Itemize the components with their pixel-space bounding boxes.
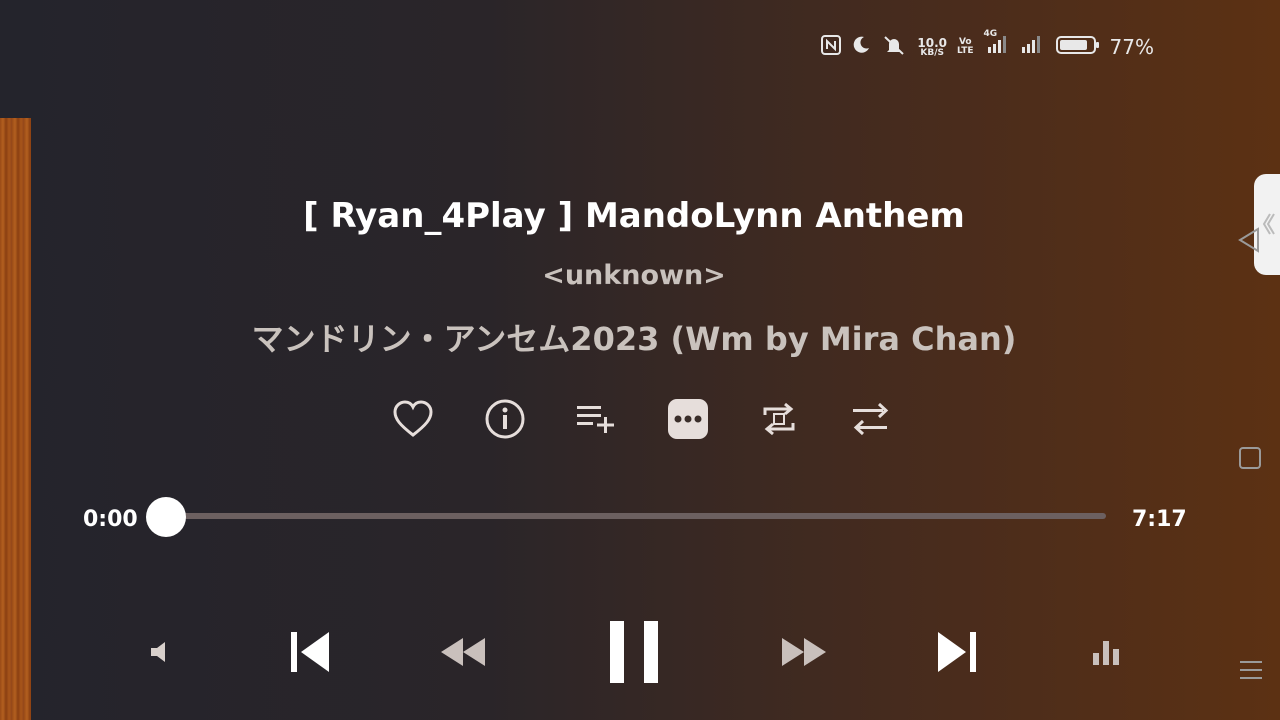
silent-bell-icon bbox=[881, 35, 907, 59]
battery-icon bbox=[1055, 35, 1100, 59]
pause-icon[interactable] bbox=[600, 616, 668, 688]
battery-percent: 77% bbox=[1109, 35, 1154, 59]
back-icon[interactable] bbox=[1236, 226, 1262, 258]
current-time: 0:00 bbox=[83, 507, 138, 532]
track-album: マンドリン・アンセム2023 (Wm by Mira Chan) bbox=[251, 320, 1017, 358]
add-to-playlist-icon[interactable] bbox=[573, 396, 619, 442]
more-icon[interactable] bbox=[665, 396, 711, 442]
nfc-icon bbox=[821, 35, 842, 59]
signal-icon bbox=[1020, 35, 1046, 59]
seek-knob[interactable] bbox=[146, 497, 186, 537]
rewind-icon[interactable] bbox=[436, 630, 490, 674]
fast-forward-icon[interactable] bbox=[777, 630, 831, 674]
volte-indicator: Vo LTE bbox=[957, 37, 974, 56]
home-icon[interactable] bbox=[1238, 446, 1262, 474]
moon-icon bbox=[851, 35, 871, 59]
equalizer-icon[interactable] bbox=[1088, 634, 1124, 670]
action-row bbox=[390, 396, 894, 442]
total-time: 7:17 bbox=[1132, 507, 1187, 532]
track-artist: <unknown> bbox=[542, 260, 726, 291]
menu-icon[interactable] bbox=[1239, 658, 1263, 686]
track-title: [ Ryan_4Play ] MandoLynn Anthem bbox=[303, 196, 965, 236]
shuffle-icon[interactable] bbox=[848, 396, 894, 442]
navigation-bar bbox=[1210, 0, 1280, 720]
net-speed: 10.0 KB/S bbox=[917, 35, 947, 58]
edge-panel-handle[interactable] bbox=[1254, 174, 1280, 275]
heart-icon[interactable] bbox=[390, 396, 436, 442]
previous-icon[interactable] bbox=[283, 626, 335, 678]
signal-4g-icon: 4G bbox=[984, 29, 1010, 59]
volume-icon[interactable] bbox=[143, 634, 179, 670]
seek-bar[interactable] bbox=[166, 513, 1106, 519]
next-icon[interactable] bbox=[932, 626, 984, 678]
status-bar: 10.0 KB/S Vo LTE 4G 77% bbox=[821, 29, 1154, 60]
repeat-one-icon[interactable] bbox=[756, 396, 802, 442]
info-icon[interactable] bbox=[482, 396, 528, 442]
